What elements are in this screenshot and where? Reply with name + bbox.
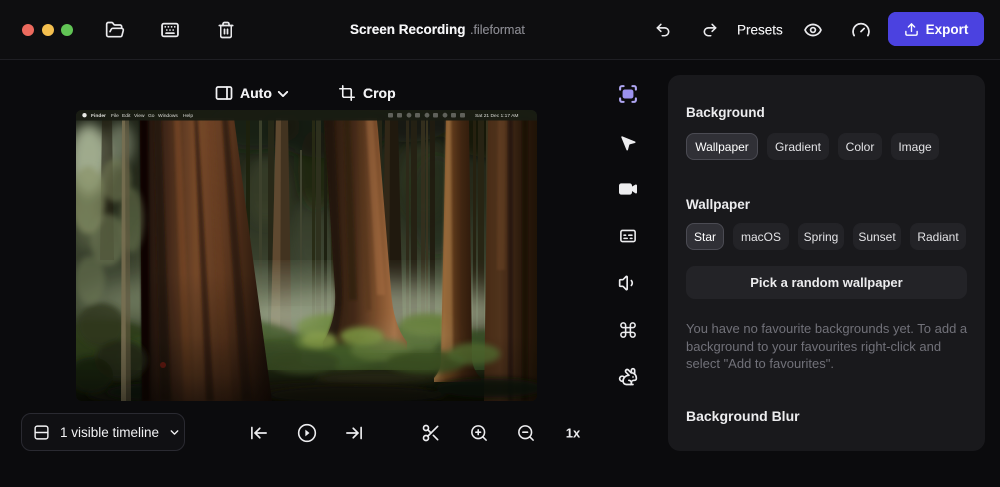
svg-text:Windows: Windows [158,113,178,119]
svg-text:Sat 21 Dec 1:17 AM: Sat 21 Dec 1:17 AM [475,113,519,119]
svg-text:File: File [111,113,119,119]
svg-text:Help: Help [183,113,193,119]
svg-text:Finder: Finder [91,113,106,119]
svg-text:Edit: Edit [122,113,131,119]
svg-text:Go: Go [148,113,155,119]
svg-text:View: View [134,113,145,119]
